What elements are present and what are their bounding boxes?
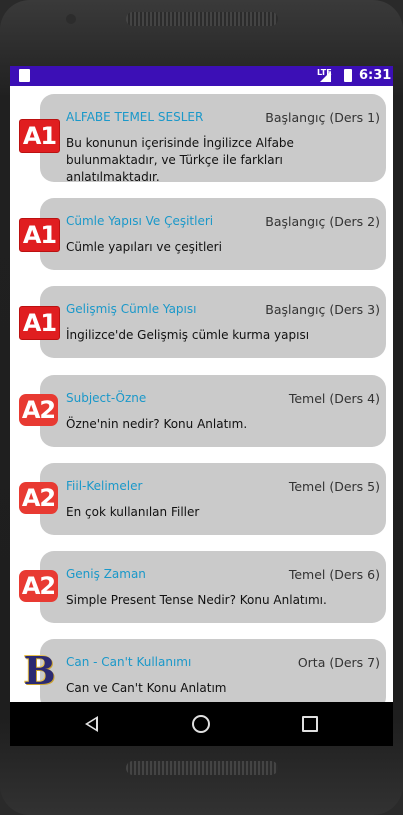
level-badge-icon: B bbox=[23, 648, 55, 693]
lesson-item[interactable]: Can - Can't Kullanımı Orta (Ders 7) Can … bbox=[10, 639, 393, 702]
lesson-description: Bu konunun içerisinde İngilizce Alfabe b… bbox=[66, 136, 294, 184]
lesson-card[interactable]: Can - Can't Kullanımı Orta (Ders 7) Can … bbox=[40, 639, 386, 702]
level-badge-icon: A2 bbox=[19, 482, 58, 514]
lesson-description: Can ve Can't Konu Anlatım bbox=[66, 681, 227, 695]
level-badge-icon: A1 bbox=[19, 119, 60, 153]
lesson-title: Subject-Özne bbox=[66, 391, 147, 405]
lesson-item[interactable]: Cümle Yapısı Ve Çeşitleri Başlangıç (Der… bbox=[10, 198, 393, 278]
lesson-list[interactable]: ALFABE TEMEL SESLER Başlangıç (Ders 1) B… bbox=[10, 86, 393, 702]
network-type: LTE bbox=[317, 68, 332, 77]
status-bar: LTE 6:31 bbox=[10, 66, 393, 86]
lesson-level: Temel (Ders 6) bbox=[288, 567, 380, 582]
lesson-card[interactable]: ALFABE TEMEL SESLER Başlangıç (Ders 1) B… bbox=[40, 94, 386, 184]
lesson-card[interactable]: Fiil-Kelimeler Temel (Ders 5) En çok kul… bbox=[40, 463, 386, 535]
lesson-level: Orta (Ders 7) bbox=[297, 655, 380, 670]
home-icon[interactable] bbox=[192, 715, 210, 733]
sd-card-icon bbox=[19, 69, 30, 82]
lesson-title: Cümle Yapısı Ve Çeşitleri bbox=[66, 214, 214, 228]
lesson-title: ALFABE TEMEL SESLER bbox=[66, 110, 204, 124]
lesson-card[interactable]: Geniş Zaman Temel (Ders 6) Simple Presen… bbox=[40, 551, 386, 623]
lesson-level: Temel (Ders 4) bbox=[288, 391, 380, 406]
lesson-description: Simple Present Tense Nedir? Konu Anlatım… bbox=[66, 593, 327, 607]
back-icon[interactable] bbox=[85, 716, 98, 732]
lesson-level: Başlangıç (Ders 1) bbox=[265, 110, 380, 125]
lesson-description: İngilizce'de Gelişmiş cümle kurma yapısı bbox=[66, 328, 310, 342]
lesson-item[interactable]: Geniş Zaman Temel (Ders 6) Simple Presen… bbox=[10, 551, 393, 631]
lesson-title: Fiil-Kelimeler bbox=[66, 479, 143, 493]
lesson-item[interactable]: ALFABE TEMEL SESLER Başlangıç (Ders 1) B… bbox=[10, 94, 393, 184]
level-badge-icon: A1 bbox=[19, 218, 60, 252]
lesson-description: Cümle yapıları ve çeşitleri bbox=[66, 240, 222, 254]
front-camera bbox=[66, 14, 76, 24]
lesson-title: Gelişmiş Cümle Yapısı bbox=[66, 302, 197, 316]
recents-icon[interactable] bbox=[302, 716, 318, 732]
level-badge-icon: A1 bbox=[19, 306, 60, 340]
lesson-title: Can - Can't Kullanımı bbox=[66, 655, 192, 669]
status-time: 6:31 bbox=[359, 68, 392, 83]
navigation-bar bbox=[10, 702, 393, 746]
lesson-level: Başlangıç (Ders 3) bbox=[265, 302, 380, 317]
lesson-title: Geniş Zaman bbox=[66, 567, 146, 581]
lesson-item[interactable]: Fiil-Kelimeler Temel (Ders 5) En çok kul… bbox=[10, 463, 393, 543]
earpiece-speaker bbox=[126, 12, 278, 26]
lesson-item[interactable]: Subject-Özne Temel (Ders 4) Özne'nin ned… bbox=[10, 375, 393, 455]
battery-icon bbox=[344, 69, 352, 82]
level-badge-icon: A2 bbox=[19, 394, 58, 426]
lesson-item[interactable]: Gelişmiş Cümle Yapısı Başlangıç (Ders 3)… bbox=[10, 286, 393, 366]
level-badge-icon: A2 bbox=[19, 570, 58, 602]
lesson-description: Özne'nin nedir? Konu Anlatım. bbox=[66, 417, 248, 431]
bottom-speaker bbox=[126, 761, 278, 775]
screen: LTE 6:31 ALFABE TEMEL SESLER Başlangıç (… bbox=[10, 66, 393, 746]
lesson-card[interactable]: Gelişmiş Cümle Yapısı Başlangıç (Ders 3)… bbox=[40, 286, 386, 358]
lesson-level: Temel (Ders 5) bbox=[288, 479, 380, 494]
lesson-description: En çok kullanılan Filler bbox=[66, 505, 200, 519]
phone-frame: LTE 6:31 ALFABE TEMEL SESLER Başlangıç (… bbox=[0, 0, 403, 815]
lesson-card[interactable]: Cümle Yapısı Ve Çeşitleri Başlangıç (Der… bbox=[40, 198, 386, 270]
lesson-level: Başlangıç (Ders 2) bbox=[265, 214, 380, 229]
lesson-card[interactable]: Subject-Özne Temel (Ders 4) Özne'nin ned… bbox=[40, 375, 386, 447]
